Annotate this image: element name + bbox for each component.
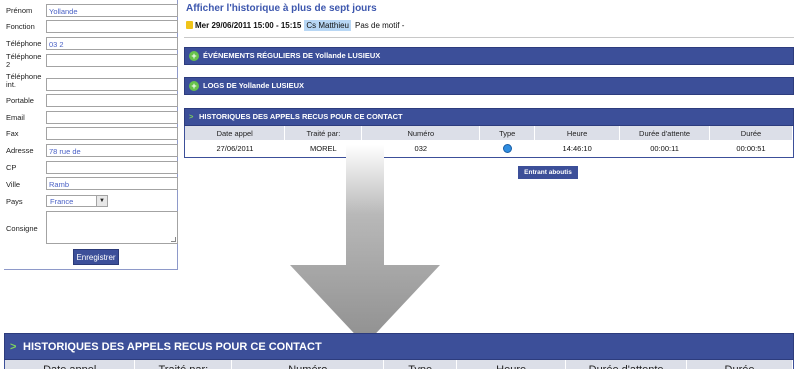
- field-label: Portable: [6, 96, 34, 105]
- column-header[interactable]: Type: [479, 126, 536, 140]
- field-label: Email: [6, 113, 25, 122]
- column-header[interactable]: Durée d'attente: [619, 126, 711, 140]
- resize-grip-icon[interactable]: [171, 237, 176, 242]
- column-header[interactable]: Heure: [456, 360, 567, 369]
- appointment-motif: Pas de motif -: [355, 21, 405, 30]
- field-label: Prénom: [6, 6, 33, 15]
- show-history-link[interactable]: Afficher l'historique à plus de sept jou…: [186, 3, 377, 14]
- divider: [184, 37, 794, 38]
- call-time: 14:46:10: [562, 143, 592, 153]
- logs-section-title: LOGS DE Yollande LUSIEUX: [203, 81, 304, 90]
- field-label: Ville: [6, 180, 21, 189]
- calls-section-title: HISTORIQUES DES APPELS RECUS POUR CE CON…: [199, 112, 403, 121]
- table-row: 27/06/2011 MOREL 032 14:46:10 00:00:11 0…: [185, 140, 793, 156]
- field-label: Téléphone: [6, 39, 42, 48]
- contact-form: Prénom Yollande Fonction Téléphone 03 2 …: [4, 0, 178, 270]
- ville-input[interactable]: Ramb: [46, 177, 178, 190]
- note-icon: [186, 21, 193, 29]
- appointment-person[interactable]: Cs Matthieu: [304, 20, 351, 31]
- telephone-input[interactable]: 03 2: [46, 37, 178, 50]
- adresse-input[interactable]: 78 rue de: [46, 144, 178, 157]
- zoomed-calls-section-title: HISTORIQUES DES APPELS RECUS POUR CE CON…: [23, 341, 322, 353]
- consigne-textarea[interactable]: [46, 211, 178, 244]
- column-header[interactable]: Type: [383, 360, 458, 369]
- field-label: Fax: [6, 129, 19, 138]
- table-header-row: Date appel Traité par: Numéro Type Heure…: [185, 126, 793, 140]
- call-date: 27/06/2011: [216, 143, 254, 153]
- calls-section-bar: > HISTORIQUES DES APPELS RECUS POUR CE C…: [184, 108, 794, 126]
- column-header[interactable]: Numéro: [231, 360, 385, 369]
- calls-table: Date appel Traité par: Numéro Type Heure…: [185, 126, 793, 156]
- incoming-call-icon: [502, 143, 512, 153]
- portable-input[interactable]: [46, 94, 178, 107]
- pays-value: France: [50, 197, 74, 206]
- pays-select[interactable]: France ▼: [46, 195, 108, 207]
- telephone-2-input[interactable]: [46, 54, 178, 67]
- field-label: Téléphone int.: [6, 72, 42, 89]
- column-header[interactable]: Numéro: [361, 126, 481, 140]
- fonction-input[interactable]: [46, 20, 178, 33]
- call-duration: 00:00:51: [736, 143, 766, 153]
- field-label: Téléphone 2: [6, 52, 42, 69]
- zoomed-calls-panel: > HISTORIQUES DES APPELS RECUS POUR CE C…: [4, 333, 794, 369]
- field-label: Adresse: [6, 146, 34, 155]
- column-header[interactable]: Heure: [534, 126, 621, 140]
- cp-input[interactable]: [46, 161, 178, 174]
- email-input[interactable]: [46, 111, 178, 124]
- field-label: CP: [6, 163, 17, 172]
- telephone-int-input[interactable]: [46, 78, 178, 91]
- chevron-right-icon: >: [10, 341, 17, 353]
- fax-input[interactable]: [46, 127, 178, 140]
- zoomed-calls-table: Date appel Traité par: Numéro Type Heure…: [5, 360, 793, 369]
- column-header[interactable]: Traité par:: [134, 360, 233, 369]
- appointment-entry: Mer 29/06/2011 15:00 - 15:15 Cs Matthieu P…: [186, 20, 404, 33]
- table-header-row: Date appel Traité par: Numéro Type Heure…: [5, 360, 793, 369]
- arrow-down-icon: [290, 145, 440, 345]
- chevron-down-icon: ▼: [96, 196, 107, 206]
- appointment-date: Mer 29/06/2011 15:00 - 15:15: [195, 21, 302, 30]
- column-header[interactable]: Durée: [709, 126, 793, 140]
- expand-plus-icon[interactable]: +: [189, 51, 199, 61]
- call-wait: 00:00:11: [650, 143, 679, 153]
- call-type: [480, 140, 535, 156]
- field-label: Pays: [6, 197, 23, 206]
- calls-history-panel: > HISTORIQUES DES APPELS RECUS POUR CE C…: [184, 108, 794, 158]
- expand-plus-icon[interactable]: +: [189, 81, 199, 91]
- zoomed-calls-section-bar: > HISTORIQUES DES APPELS RECUS POUR CE C…: [4, 333, 794, 360]
- column-header[interactable]: Date appel: [5, 360, 136, 369]
- field-label: Fonction: [6, 22, 35, 31]
- column-header[interactable]: Date appel: [185, 126, 286, 140]
- prenom-input[interactable]: Yollande: [46, 4, 178, 17]
- column-header[interactable]: Traité par:: [284, 126, 363, 140]
- column-header[interactable]: Durée: [686, 360, 793, 369]
- chevron-right-icon: >: [189, 112, 194, 121]
- entrant-aboutis-button[interactable]: Entrant aboutis: [518, 166, 578, 179]
- column-header[interactable]: Durée d'attente: [565, 360, 688, 369]
- events-section-bar[interactable]: + ÉVÉNEMENTS RÉGULIERS DE Yollande LUSIE…: [184, 47, 794, 65]
- events-section-title: ÉVÉNEMENTS RÉGULIERS DE Yollande LUSIEUX: [203, 51, 381, 60]
- save-button[interactable]: Enregistrer: [73, 249, 119, 265]
- field-label: Consigne: [6, 224, 38, 233]
- logs-section-bar[interactable]: + LOGS DE Yollande LUSIEUX: [184, 77, 794, 95]
